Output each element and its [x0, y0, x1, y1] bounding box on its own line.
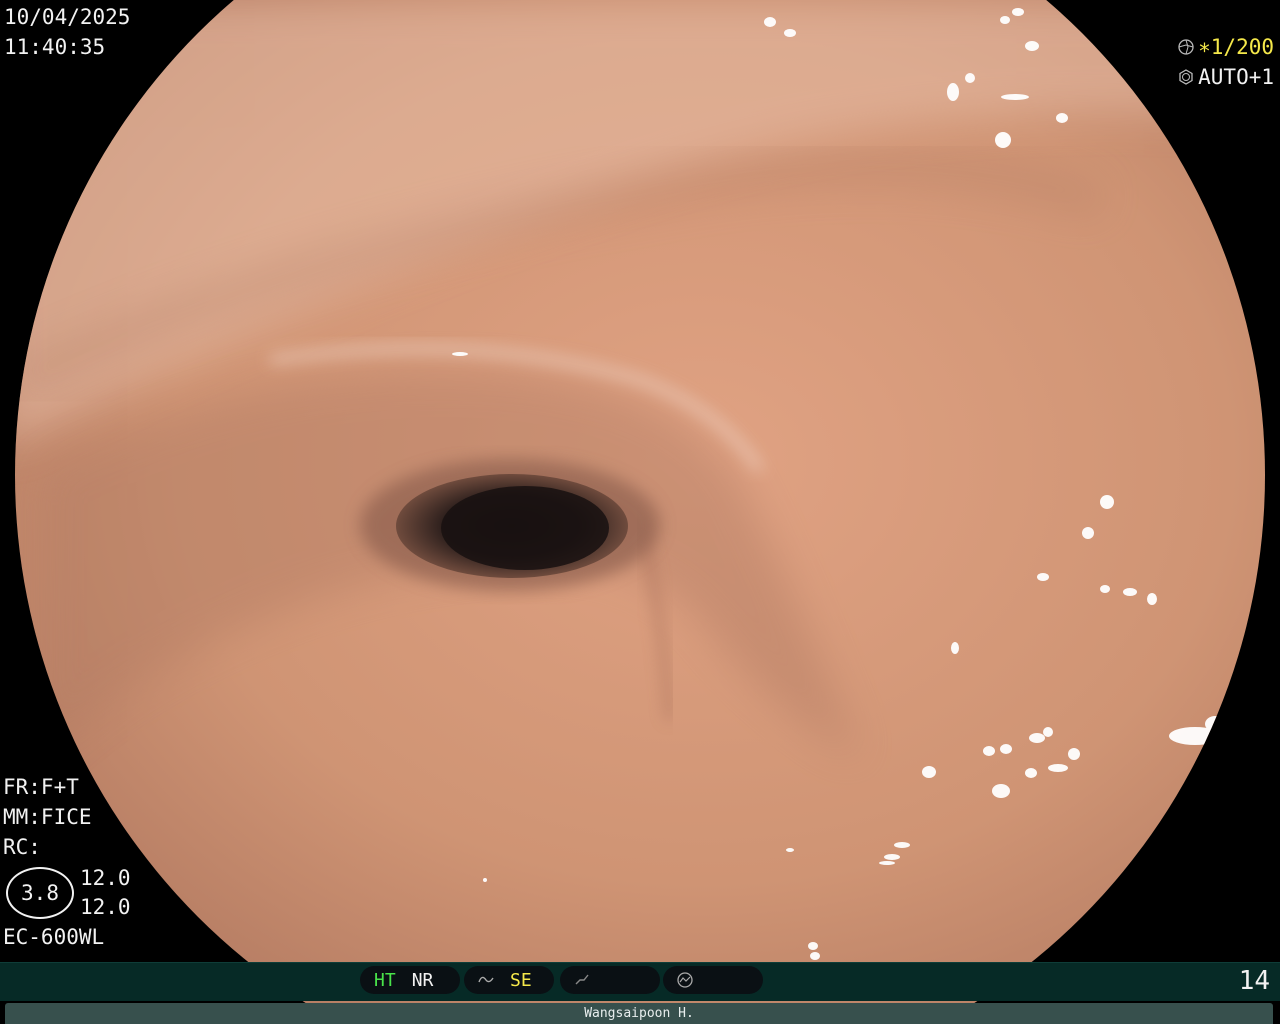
zoom-values: 12.0 12.0	[80, 864, 131, 922]
zoom-indicator: 3.8 12.0 12.0	[3, 864, 131, 922]
mode-icon	[677, 972, 693, 988]
rc-setting: RC:	[3, 835, 41, 859]
settings-overlay: FR:F+T MM:FICE RC: 3.8 12.0 12.0 EC-600W…	[3, 772, 131, 952]
color-enhance-icon	[575, 974, 589, 985]
datetime-overlay: 10/04/2025 11:40:35	[4, 2, 130, 62]
scope-model: EC-600WL	[3, 925, 105, 949]
image-number: 14	[1238, 966, 1270, 996]
structure-enhance-icon	[478, 976, 494, 983]
nr-label: NR	[411, 969, 434, 991]
iris-row: AUTO+1	[1178, 62, 1274, 92]
shutter-icon	[1178, 39, 1194, 55]
mm-setting: MM:FICE	[3, 805, 92, 829]
endoscope-view	[15, 0, 1265, 1024]
se-indicator: SE	[464, 966, 554, 994]
operator-name: Wangsaipoon H.	[5, 1003, 1273, 1024]
time-text: 11:40:35	[4, 35, 106, 59]
se-label: SE	[510, 969, 532, 991]
exposure-mode: AUTO+1	[1198, 65, 1274, 89]
ht-label: HT	[374, 969, 396, 991]
zoom-circle: 3.8	[6, 867, 74, 919]
shutter-speed: ∗1/200	[1198, 35, 1274, 59]
mode-indicator	[663, 966, 763, 994]
exposure-overlay: ∗1/200 AUTO+1	[1178, 32, 1274, 92]
zoom-bottom: 12.0	[80, 895, 131, 919]
ht-nr-indicator: HT NR	[360, 966, 460, 994]
iris-icon	[1179, 69, 1193, 85]
fr-setting: FR:F+T	[3, 775, 79, 799]
shutter-row: ∗1/200	[1178, 32, 1274, 62]
color-enhance-indicator	[560, 966, 660, 994]
date-text: 10/04/2025	[4, 5, 131, 29]
zoom-top: 12.0	[80, 866, 131, 890]
